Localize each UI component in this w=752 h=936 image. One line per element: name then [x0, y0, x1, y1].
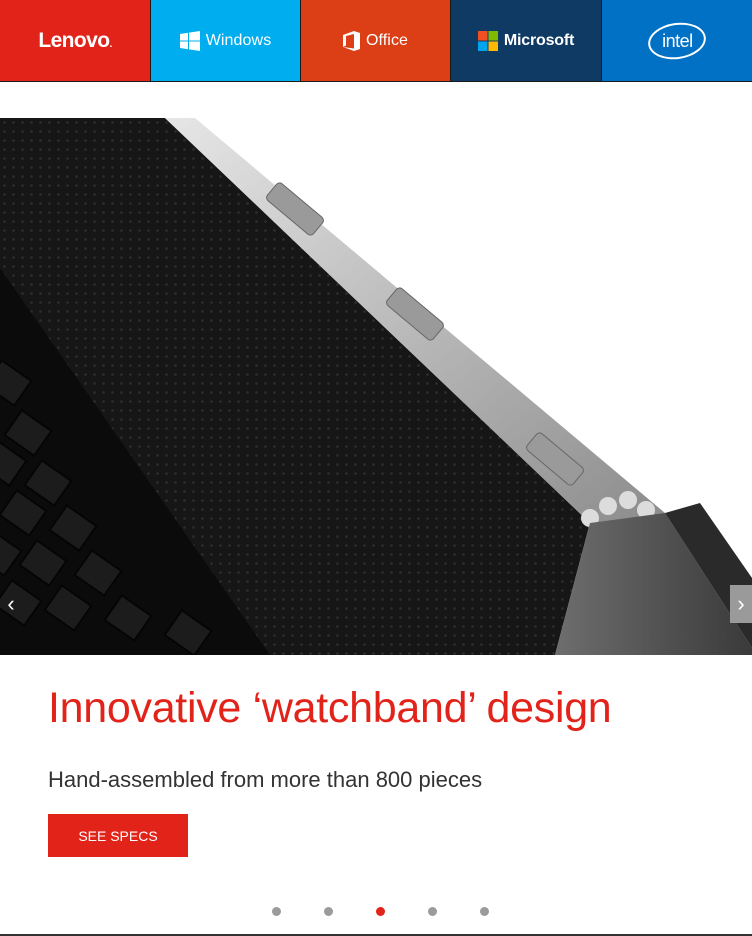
hero-carousel: ‹ ›	[0, 118, 752, 655]
carousel-dot-2[interactable]	[324, 907, 333, 916]
windows-label: Windows	[205, 31, 272, 49]
microsoft-brand-tile[interactable]: Microsoft	[450, 0, 601, 81]
carousel-next-button[interactable]: ›	[730, 585, 752, 623]
chevron-right-icon: ›	[737, 591, 745, 616]
carousel-dot-5[interactable]	[480, 907, 489, 916]
chevron-left-icon: ‹	[7, 591, 15, 616]
intel-brand-tile[interactable]: intel	[601, 0, 752, 81]
office-brand-tile[interactable]: Office	[300, 0, 450, 81]
carousel-dot-1[interactable]	[272, 907, 281, 916]
intel-label: intel	[661, 30, 693, 50]
partner-brand-bar: Lenovo Windows Office Microsoft intel	[0, 0, 752, 82]
laptop-watchband-hinge-image	[0, 118, 752, 655]
see-specs-button[interactable]: SEE SPECS	[48, 814, 188, 857]
intel-logo: intel	[645, 18, 709, 63]
carousel-dot-3[interactable]	[376, 907, 385, 916]
windows-brand-tile[interactable]: Windows	[150, 0, 300, 81]
office-label: Office	[365, 31, 409, 49]
slide-headline: Innovative ‘watchband’ design	[48, 684, 612, 732]
windows-logo-icon	[179, 30, 200, 51]
microsoft-label: Microsoft	[503, 31, 575, 49]
microsoft-logo-icon	[477, 30, 498, 51]
lenovo-logo: Lenovo	[38, 29, 111, 53]
lenovo-brand-tile[interactable]: Lenovo	[0, 0, 150, 81]
carousel-pagination	[0, 907, 752, 919]
carousel-dot-4[interactable]	[428, 907, 437, 916]
carousel-prev-button[interactable]: ‹	[0, 585, 22, 623]
slide-subhead: Hand-assembled from more than 800 pieces	[48, 767, 483, 792]
office-logo-icon	[342, 30, 360, 51]
